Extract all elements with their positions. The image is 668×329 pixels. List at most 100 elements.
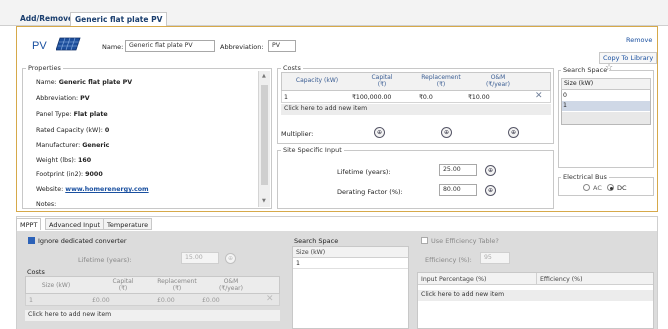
mppt-header-size: Size (kW) <box>41 282 71 289</box>
list-item[interactable] <box>562 91 650 101</box>
prop-weight: Weight (lbs): 160 <box>36 157 91 164</box>
prop-notes-label: Notes: <box>36 201 57 208</box>
prop-name: Name: Generic flat plate PV <box>36 79 132 86</box>
search-space-empty-row[interactable] <box>562 112 650 124</box>
efficiency-input[interactable]: 95 <box>480 252 510 264</box>
use-efficiency-table-checkbox[interactable] <box>421 237 428 244</box>
derating-sensitivity-icon[interactable]: ⊕ <box>485 185 496 196</box>
table-row[interactable] <box>281 91 551 103</box>
costs-header-om: O&M (₹/year) <box>486 74 510 88</box>
prop-abbreviation: Abbreviation: PV <box>36 95 90 102</box>
costs-header-replacement: Replacement (₹) <box>421 74 461 88</box>
properties-title: Properties <box>26 64 63 72</box>
scroll-up-icon[interactable]: ▲ <box>262 73 266 79</box>
costs-cell-om[interactable]: ₹10.00 <box>468 94 490 101</box>
costs-header-capital: Capital (₹) <box>371 74 393 88</box>
om-multiplier-icon[interactable]: ⊕ <box>508 127 519 138</box>
prop-panel-type-value: Flat plate <box>73 111 108 118</box>
prop-rated-capacity-label: Rated Capacity (kW): <box>36 127 103 134</box>
tab-add-remove[interactable]: Add/Remove <box>16 12 77 26</box>
tab-temperature[interactable]: Temperature <box>103 218 153 230</box>
list-item[interactable] <box>293 258 408 269</box>
mppt-header-capital: Capital (₹) <box>112 278 134 292</box>
mppt-delete-row-icon[interactable]: ✕ <box>266 294 274 304</box>
search-space-value-0[interactable]: 0 <box>563 92 567 99</box>
site-lifetime-input[interactable]: 25.00 <box>439 164 477 176</box>
derating-factor-label: Derating Factor (%): <box>337 188 403 196</box>
site-lifetime-label: Lifetime (years): <box>337 168 391 176</box>
name-input[interactable]: Generic flat plate PV <box>125 40 215 52</box>
search-space-header-size: Size (kW) <box>564 80 594 87</box>
remove-button[interactable]: Remove <box>626 36 652 44</box>
efficiency-add-row[interactable]: Click here to add new item <box>418 290 653 301</box>
table-row[interactable] <box>25 294 280 306</box>
lifetime-sensitivity-icon[interactable]: ⊕ <box>485 165 496 176</box>
costs-header-capacity: Capacity (kW) <box>295 77 339 84</box>
prop-website-link[interactable]: www.homerenergy.com <box>65 186 148 193</box>
prop-name-value: Generic flat plate PV <box>58 79 133 86</box>
ignore-converter-label: Ignore dedicated converter <box>38 237 127 245</box>
tab-advanced-input[interactable]: Advanced Input <box>45 218 105 230</box>
tab-generic-flat-plate-pv[interactable]: Generic flat plate PV <box>70 12 168 26</box>
mppt-cell-replacement[interactable]: £0.00 <box>157 297 175 304</box>
site-specific-group <box>277 150 554 209</box>
costs-cell-capital[interactable]: ₹100,000.00 <box>352 94 391 101</box>
search-space-title: Search Space <box>561 66 610 74</box>
dc-radio-label: DC <box>617 184 627 192</box>
mppt-lifetime-label: Lifetime (years): <box>78 256 132 264</box>
efficiency-header-input: Input Percentage (%) <box>421 276 487 283</box>
abbreviation-label: Abbreviation: <box>220 43 264 51</box>
delete-row-icon[interactable]: ✕ <box>535 91 543 101</box>
mppt-costs-title: Costs <box>27 268 45 276</box>
dc-radio[interactable] <box>607 184 614 191</box>
mppt-lifetime-sensitivity-icon[interactable]: ⊕ <box>225 253 236 264</box>
costs-title: Costs <box>281 64 303 72</box>
mppt-lifetime-input[interactable]: 15.00 <box>181 252 219 264</box>
list-item[interactable] <box>562 101 650 111</box>
mppt-cell-capital[interactable]: £0.00 <box>92 297 110 304</box>
prop-rated-capacity-value: 0 <box>104 127 110 134</box>
prop-manufacturer-label: Manufacturer: <box>36 142 81 149</box>
costs-cell-capacity[interactable]: 1 <box>284 94 288 101</box>
prop-website: Website: www.homerenergy.com <box>36 186 149 193</box>
replacement-multiplier-icon[interactable]: ⊕ <box>441 127 452 138</box>
mppt-cell-om[interactable]: £0.00 <box>202 297 220 304</box>
electrical-bus-title: Electrical Bus <box>561 173 609 181</box>
star-icon[interactable]: ☆ <box>605 63 613 73</box>
abbreviation-input[interactable]: PV <box>268 40 296 52</box>
prop-manufacturer-value: Generic <box>82 142 110 149</box>
mppt-search-space-header-size: Size (kW) <box>296 249 326 256</box>
mppt-search-space-title: Search Space <box>294 237 339 245</box>
prop-abbreviation-value: PV <box>80 95 90 102</box>
prop-footprint-value: 9000 <box>85 171 103 178</box>
prop-panel-type-label: Panel Type: <box>36 111 72 118</box>
ignore-converter-checkbox[interactable] <box>28 237 35 244</box>
mppt-costs-add-row[interactable]: Click here to add new item <box>25 310 280 321</box>
derating-factor-input[interactable]: 80.00 <box>439 184 477 196</box>
costs-add-row[interactable]: Click here to add new item <box>281 104 551 115</box>
prop-name-label: Name: <box>36 79 57 86</box>
prop-weight-label: Weight (lbs): <box>36 157 77 164</box>
efficiency-label: Efficiency (%): <box>425 256 472 264</box>
prop-weight-value: 160 <box>78 157 92 164</box>
scroll-down-icon[interactable]: ▼ <box>262 198 266 204</box>
multiplier-label: Multiplier: <box>281 130 314 138</box>
use-efficiency-table-label: Use Efficiency Table? <box>431 237 499 245</box>
properties-scrollbar[interactable]: ▲ ▼ <box>258 71 270 207</box>
mppt-search-space-value[interactable]: 1 <box>296 260 300 267</box>
mppt-header-om: O&M (₹/year) <box>219 278 243 292</box>
name-label: Name: <box>102 43 124 51</box>
site-specific-title: Site Specific Input <box>281 146 344 154</box>
tab-mppt[interactable]: MPPT <box>16 218 42 230</box>
ac-radio[interactable] <box>583 184 590 191</box>
prop-footprint: Footprint (in2): 9000 <box>36 171 103 178</box>
costs-cell-replacement[interactable]: ₹0.0 <box>419 94 433 101</box>
efficiency-header-efficiency: Efficiency (%) <box>540 276 583 283</box>
properties-scroll-thumb[interactable] <box>261 85 268 185</box>
mppt-cell-size[interactable]: 1 <box>29 297 33 304</box>
search-space-value-1[interactable]: 1 <box>563 102 567 109</box>
capital-multiplier-icon[interactable]: ⊕ <box>374 127 385 138</box>
prop-abbreviation-label: Abbreviation: <box>36 95 79 102</box>
ac-radio-label: AC <box>593 184 602 192</box>
prop-rated-capacity: Rated Capacity (kW): 0 <box>36 127 109 134</box>
